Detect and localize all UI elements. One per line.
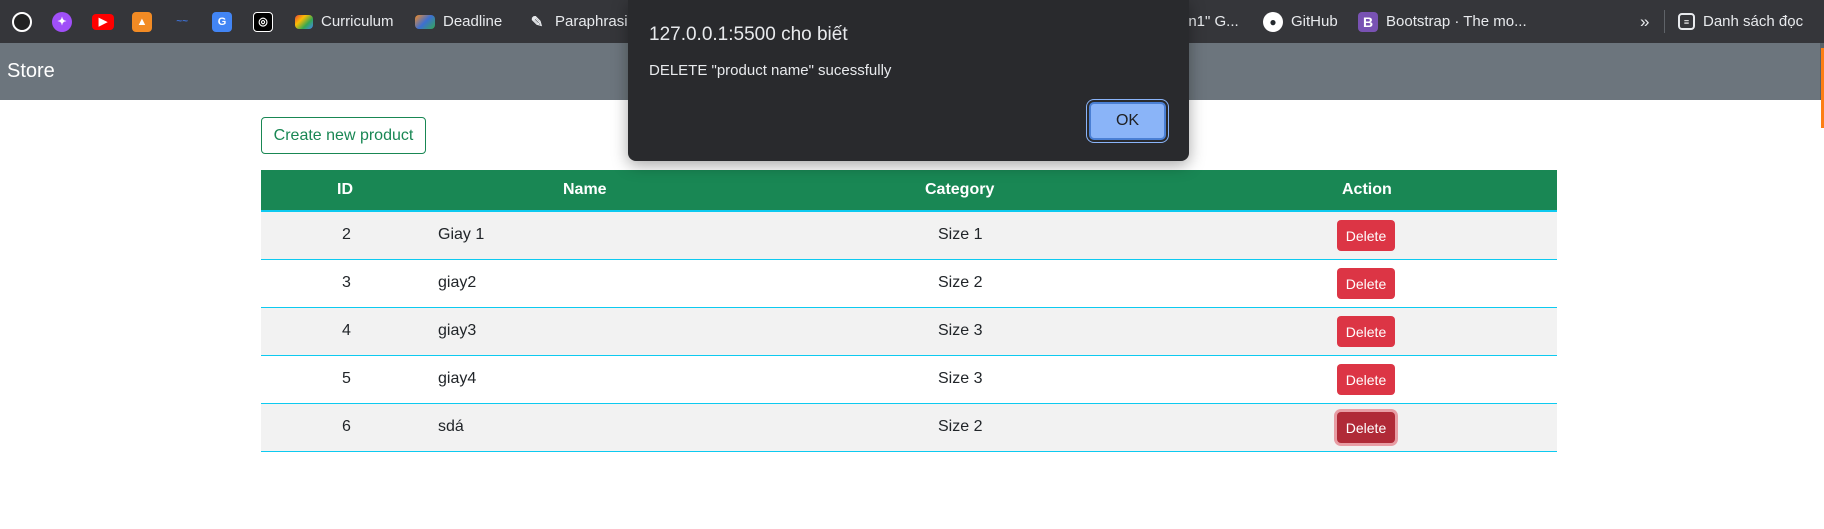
table-header-row: ID Name Category Action <box>261 170 1557 212</box>
cell-id: 2 <box>342 226 351 243</box>
ok-button[interactable]: OK <box>1089 102 1166 140</box>
feather-icon: ✎ <box>530 13 544 31</box>
table-row: 3 giay2 Size 2 Delete <box>261 260 1557 308</box>
table-row: 2 Giay 1 Size 1 Delete <box>261 212 1557 260</box>
header-action: Action <box>1342 181 1392 198</box>
bookmark-translate[interactable]: G <box>212 0 232 43</box>
bookmark-github[interactable]: ● GitHub <box>1263 0 1338 43</box>
bookmark-label: Curriculum <box>321 13 394 30</box>
bookmark-truncated[interactable]: in1" G... <box>1185 0 1239 43</box>
cell-name: giay3 <box>438 322 477 339</box>
cell-name: giay2 <box>438 274 477 291</box>
create-product-button[interactable]: Create new product <box>261 117 426 154</box>
bookmark-label: Bootstrap · The mo... <box>1386 13 1527 30</box>
reading-list-button[interactable]: ≡ Danh sách đọc <box>1678 0 1803 43</box>
cell-id: 6 <box>342 418 351 435</box>
cell-category: Size 2 <box>938 274 983 291</box>
bookmark-openai[interactable]: ◎ <box>253 0 273 43</box>
cell-name: giay4 <box>438 370 477 387</box>
alert-dialog: 127.0.0.1:5500 cho biết DELETE "product … <box>628 0 1189 161</box>
bookmark-label: GitHub <box>1291 13 1338 30</box>
bookmark-curriculum[interactable]: Curriculum <box>295 0 394 43</box>
delete-button[interactable]: Delete <box>1337 316 1395 347</box>
bookmark-label: Paraphrasin <box>555 13 636 30</box>
cell-name: Giay 1 <box>438 226 485 243</box>
deadline-icon <box>415 14 435 29</box>
curriculum-icon <box>295 14 313 29</box>
delete-button[interactable]: Delete <box>1337 364 1395 395</box>
bookmark-script[interactable]: ~~ <box>172 0 192 43</box>
list-icon: ≡ <box>1678 13 1695 30</box>
header-id: ID <box>337 181 353 198</box>
compass-icon <box>12 11 32 32</box>
header-category: Category <box>925 181 995 198</box>
cell-category: Size 1 <box>938 226 983 243</box>
table-row: 5 giay4 Size 3 Delete <box>261 356 1557 404</box>
bookmark-bootstrap[interactable]: B Bootstrap · The mo... <box>1358 0 1527 43</box>
cell-id: 3 <box>342 274 351 291</box>
youtube-icon: ▶ <box>92 13 114 30</box>
reading-list-label: Danh sách đọc <box>1703 13 1804 30</box>
cell-id: 4 <box>342 322 351 339</box>
openai-icon: ◎ <box>253 11 273 32</box>
table-row: 4 giay3 Size 3 Delete <box>261 308 1557 356</box>
bookmark-label: Deadline <box>443 13 503 30</box>
dialog-title: 127.0.0.1:5500 cho biết <box>649 24 848 45</box>
messenger-icon: ✦ <box>52 11 72 32</box>
script-logo-icon: ~~ <box>176 16 188 27</box>
table-row: 6 sdá Size 2 Delete <box>261 404 1557 452</box>
cell-name: sdá <box>438 418 464 435</box>
cell-category: Size 3 <box>938 322 983 339</box>
github-icon: ● <box>1263 11 1283 32</box>
bookmark-shapes[interactable]: ▲ <box>132 0 152 43</box>
translate-icon: G <box>212 11 232 32</box>
chevron-double-right-icon: » <box>1640 11 1650 31</box>
product-table: ID Name Category Action 2 Giay 1 Size 1 … <box>261 170 1557 452</box>
bookmarks-overflow-button[interactable]: » <box>1640 0 1649 43</box>
delete-button[interactable]: Delete <box>1337 412 1395 443</box>
bootstrap-icon: B <box>1358 11 1378 32</box>
cell-category: Size 3 <box>938 370 983 387</box>
header-name: Name <box>563 181 607 198</box>
bookmark-compass[interactable] <box>12 0 32 43</box>
bookmark-paraphrasing[interactable]: ✎ Paraphrasin <box>527 0 636 43</box>
cell-category: Size 2 <box>938 418 983 435</box>
bookmarks-divider <box>1664 10 1665 33</box>
bookmark-youtube[interactable]: ▶ <box>92 0 114 43</box>
cell-id: 5 <box>342 370 351 387</box>
dialog-message: DELETE "product name" sucessfully <box>649 62 892 79</box>
shapes-icon: ▲ <box>132 11 152 32</box>
bookmark-label: in1" G... <box>1185 13 1239 30</box>
bookmark-messenger[interactable]: ✦ <box>52 0 72 43</box>
delete-button[interactable]: Delete <box>1337 220 1395 251</box>
navbar-brand[interactable]: Store <box>7 60 55 83</box>
delete-button[interactable]: Delete <box>1337 268 1395 299</box>
bookmark-deadline[interactable]: Deadline <box>415 0 502 43</box>
